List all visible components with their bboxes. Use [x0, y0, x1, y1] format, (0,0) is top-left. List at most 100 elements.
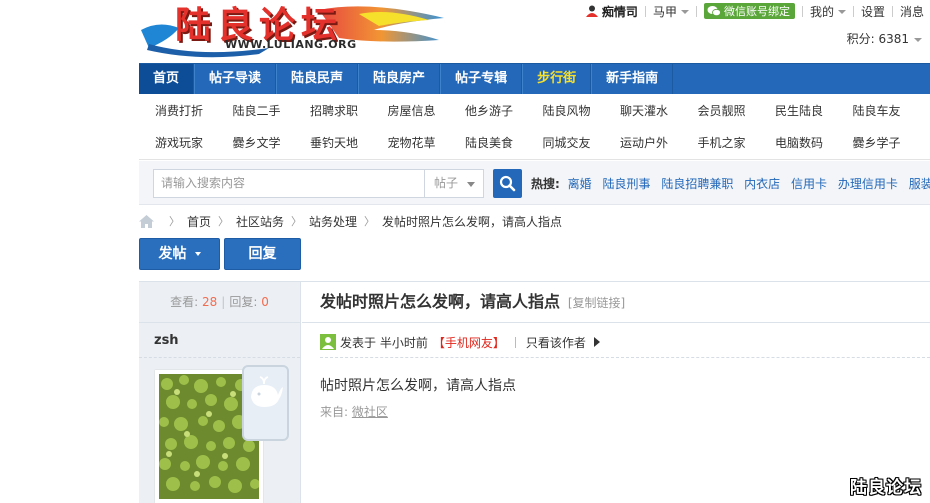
- username-link[interactable]: 痴情司: [602, 3, 638, 20]
- subnav-item[interactable]: 陆良风物: [543, 102, 621, 119]
- mobile-whale-icon: [242, 365, 289, 441]
- search-input[interactable]: 请输入搜索内容: [153, 169, 425, 198]
- chevron-right-icon: 〉: [291, 215, 303, 228]
- whale-icon: [251, 376, 283, 407]
- subnav-item[interactable]: 他乡游子: [465, 102, 543, 119]
- subnav-item[interactable]: 运动户外: [620, 134, 698, 151]
- post-meta: 发表于 半小时前 【手机网友】 只看该作者: [320, 333, 600, 351]
- subnav-item[interactable]: 垂钓天地: [310, 134, 388, 151]
- chevron-right-icon: 〉: [169, 215, 180, 228]
- hot-search-link[interactable]: 陆良刑事: [602, 177, 650, 191]
- wechat-bind-label: 微信账号绑定: [723, 5, 790, 18]
- hot-search: 热搜: 离婚 陆良刑事 陆良招聘兼职 内衣店 信用卡 办理信用卡 服装店: [531, 175, 930, 192]
- thread-header: 发帖时照片怎么发啊，请高人指点 [复制链接]: [302, 282, 930, 323]
- vest-menu[interactable]: 马甲: [653, 3, 689, 20]
- subnav-item[interactable]: 聊天灌水: [620, 102, 698, 119]
- divider: [320, 357, 930, 358]
- credits-menu[interactable]: 积分: 6381: [847, 30, 922, 47]
- hot-search-link[interactable]: 服装店: [909, 177, 930, 191]
- posted-prefix: 发表于: [340, 335, 377, 350]
- subnav-item[interactable]: 游戏玩家: [155, 134, 233, 151]
- logo-url: WWW.LULIANG.ORG: [225, 38, 357, 51]
- mine-menu[interactable]: 我的: [810, 3, 846, 20]
- thread-title: 发帖时照片怎么发啊，请高人指点: [320, 292, 561, 311]
- only-author-link[interactable]: 只看该作者: [526, 334, 586, 351]
- subnav-item[interactable]: 房屋信息: [388, 102, 466, 119]
- site-logo[interactable]: 陆良论坛 WWW.LULIANG.ORG: [139, 0, 449, 60]
- search-type-select[interactable]: 帖子: [424, 169, 484, 198]
- divider: [852, 5, 854, 17]
- nav-guide[interactable]: 帖子导读: [194, 64, 277, 94]
- post-content: 帖时照片怎么发啊，请高人指点: [320, 378, 516, 394]
- subnav-item[interactable]: 电脑数码: [775, 134, 853, 151]
- subnav-row: 游戏玩家 爨乡文学 垂钓天地 宠物花草 陆良美食 同城交友 运动户外 手机之家 …: [139, 126, 930, 158]
- nav-realestate[interactable]: 陆良房产: [358, 64, 441, 94]
- subnav-item[interactable]: 陆良二手: [233, 102, 311, 119]
- source-tag: 【手机网友】: [432, 335, 505, 350]
- breadcrumb-home[interactable]: 首页: [187, 213, 211, 230]
- chevron-down-icon: [680, 10, 689, 14]
- subnav-item[interactable]: 招聘求职: [310, 102, 388, 119]
- credits-text: 积分: 6381: [846, 32, 909, 46]
- subnav-item[interactable]: 民生陆良: [775, 102, 853, 119]
- subnav-item[interactable]: 爨乡学子: [853, 134, 930, 151]
- subnav-item[interactable]: 宠物花草: [388, 134, 466, 151]
- main-nav: 首页 帖子导读 陆良民声 陆良房产 帖子专辑 步行街 新手指南: [139, 63, 930, 94]
- breadcrumb-board[interactable]: 站务处理: [309, 213, 357, 230]
- search-button[interactable]: [493, 169, 522, 198]
- new-post-button[interactable]: 发帖: [139, 238, 220, 270]
- user-icon: [585, 5, 598, 17]
- nav-voice[interactable]: 陆良民声: [276, 64, 359, 94]
- replies-label: 回复:: [229, 295, 258, 309]
- post-main: 发帖时照片怎么发啊，请高人指点 [复制链接] 发表于 半小时前 【手机网友】 只…: [302, 282, 930, 503]
- subnav-row: 消费打折 陆良二手 招聘求职 房屋信息 他乡游子 陆良风物 聊天灌水 会员靓照 …: [139, 94, 930, 126]
- hot-search-link[interactable]: 办理信用卡: [838, 177, 898, 191]
- home-icon[interactable]: [139, 214, 154, 228]
- hot-search-link[interactable]: 离婚: [568, 177, 592, 191]
- reply-button[interactable]: 回复: [224, 238, 301, 270]
- online-user-icon: [320, 334, 336, 350]
- from-label: 来自:: [320, 405, 349, 419]
- wechat-bind-button[interactable]: 微信账号绑定: [703, 3, 795, 19]
- replies-count: 0: [261, 295, 269, 309]
- nav-newbie-guide[interactable]: 新手指南: [591, 64, 674, 94]
- messages-link[interactable]: 消息: [900, 3, 924, 20]
- watermark: 陆良论坛: [850, 478, 922, 498]
- chevron-down-icon: [467, 182, 475, 187]
- thread-stats: 查看: 28 | 回复: 0: [139, 282, 300, 323]
- chevron-right-icon: 〉: [364, 215, 376, 228]
- play-arrow-icon: [593, 337, 600, 347]
- nav-pedestrian-street[interactable]: 步行街: [522, 64, 592, 94]
- settings-link[interactable]: 设置: [861, 3, 885, 20]
- forum-subnav: 消费打折 陆良二手 招聘求职 房屋信息 他乡游子 陆良风物 聊天灌水 会员靓照 …: [139, 94, 930, 160]
- author-name[interactable]: zsh: [154, 333, 179, 348]
- breadcrumb-thread[interactable]: 发帖时照片怎么发啊，请高人指点: [382, 213, 562, 230]
- subnav-item[interactable]: 爨乡文学: [233, 134, 311, 151]
- views-count: 28: [202, 295, 218, 309]
- subnav-item[interactable]: 同城交友: [543, 134, 621, 151]
- chevron-right-icon: 〉: [218, 215, 230, 228]
- author-sidebar: 查看: 28 | 回复: 0 zsh: [139, 282, 301, 503]
- user-toolbar: 痴情司 马甲 微信账号绑定 我的 设置 消息: [585, 3, 924, 19]
- hot-search-link[interactable]: 陆良招聘兼职: [661, 177, 733, 191]
- vest-label: 马甲: [652, 4, 677, 19]
- divider: [801, 5, 803, 17]
- search-icon: [499, 175, 516, 192]
- search-type-label: 帖子: [434, 176, 459, 190]
- nav-home[interactable]: 首页: [139, 64, 195, 94]
- subnav-item[interactable]: 手机之家: [698, 134, 776, 151]
- copy-link[interactable]: [复制链接]: [568, 296, 625, 310]
- subnav-item[interactable]: 陆良车友: [853, 102, 930, 119]
- subnav-item[interactable]: 陆良美食: [465, 134, 543, 151]
- divider: [139, 357, 300, 358]
- new-post-label: 发帖: [158, 246, 187, 262]
- divider: [891, 5, 893, 17]
- divider: [514, 336, 516, 348]
- subnav-item[interactable]: 会员靓照: [698, 102, 776, 119]
- from-link[interactable]: 微社区: [352, 405, 388, 419]
- hot-search-link[interactable]: 内衣店: [744, 177, 780, 191]
- hot-search-link[interactable]: 信用卡: [791, 177, 827, 191]
- breadcrumb-forum[interactable]: 社区站务: [236, 213, 284, 230]
- subnav-item[interactable]: 消费打折: [155, 102, 233, 119]
- nav-albums[interactable]: 帖子专辑: [440, 64, 523, 94]
